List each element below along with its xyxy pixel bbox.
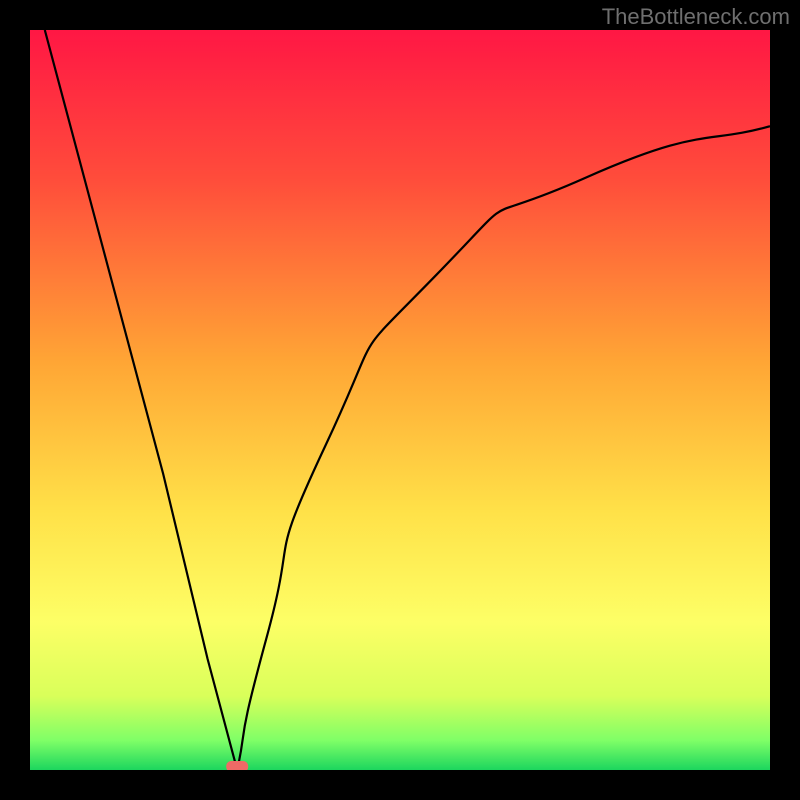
- bottleneck-chart: [30, 30, 770, 770]
- plot-area: [30, 30, 770, 770]
- optimal-point-marker: [226, 761, 248, 770]
- chart-frame: TheBottleneck.com: [0, 0, 800, 800]
- gradient-background: [30, 30, 770, 770]
- watermark-text: TheBottleneck.com: [602, 4, 790, 30]
